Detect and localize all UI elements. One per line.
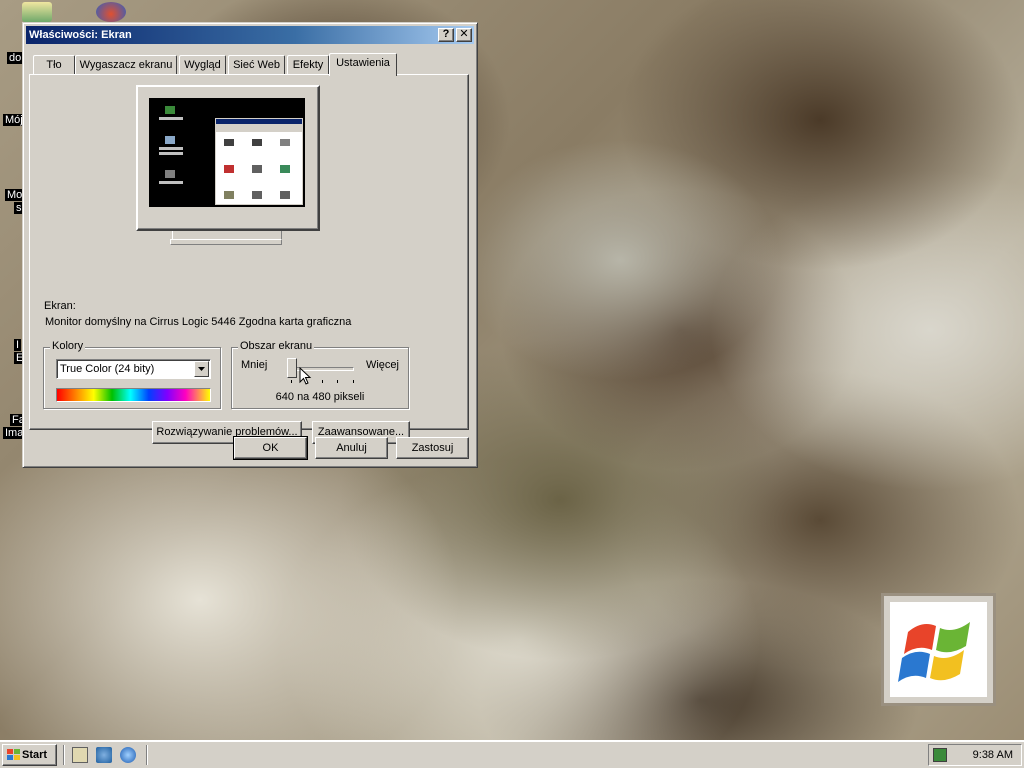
mouse-cursor-icon <box>299 367 312 385</box>
quick-launch-divider <box>63 745 65 765</box>
system-tray: 9:38 AM <box>928 744 1022 766</box>
tab-settings[interactable]: Ustawienia <box>329 53 397 76</box>
tab-web[interactable]: Sieć Web <box>228 55 285 75</box>
window-title: Właściwości: Ekran <box>29 29 132 41</box>
internet-explorer-icon[interactable] <box>120 747 136 763</box>
desktop-icon-top-2[interactable] <box>96 2 126 22</box>
display-label: Ekran: <box>44 300 76 312</box>
display-properties-dialog: Właściwości: Ekran ? ✕ Tło Wygaszacz ekr… <box>22 22 478 468</box>
tab-effects[interactable]: Efekty <box>287 55 329 75</box>
chevron-down-icon <box>198 367 205 371</box>
title-bar: Właściwości: Ekran ? ✕ <box>26 26 474 44</box>
show-desktop-icon[interactable] <box>72 747 88 763</box>
screen-area-group: Obszar ekranu Mniej Więcej 640 na 480 pi… <box>231 340 409 409</box>
colors-group: Kolory True Color (24 bity) <box>43 340 221 409</box>
clock[interactable]: 9:38 AM <box>973 749 1013 761</box>
resolution-slider-thumb[interactable] <box>287 358 297 378</box>
color-depth-value: True Color (24 bity) <box>60 363 155 375</box>
display-adapter-value: Monitor domyślny na Cirrus Logic 5446 Zg… <box>45 316 352 328</box>
resolution-slider-track[interactable] <box>288 367 354 371</box>
monitor-screen <box>149 98 305 214</box>
desktop-icon-top-1[interactable] <box>22 2 52 22</box>
outlook-express-icon[interactable] <box>96 747 112 763</box>
colors-group-title: Kolory <box>50 340 86 352</box>
cancel-button[interactable]: Anuluj <box>315 437 388 459</box>
settings-panel: Ekran: Monitor domyślny na Cirrus Logic … <box>29 74 469 444</box>
taskbar: Start 9:38 AM <box>0 740 1024 768</box>
less-label: Mniej <box>241 359 268 371</box>
start-button[interactable]: Start <box>2 744 57 766</box>
dropdown-button[interactable] <box>194 361 209 377</box>
color-depth-select[interactable]: True Color (24 bity) <box>56 359 211 379</box>
tab-screensaver[interactable]: Wygaszacz ekranu <box>75 55 177 75</box>
windows-flag-icon <box>7 749 20 761</box>
network-tray-icon[interactable] <box>933 748 947 762</box>
desktop-icon-label[interactable]: I <box>14 339 22 351</box>
tab-background[interactable]: Tło <box>33 55 75 75</box>
start-label: Start <box>22 749 48 762</box>
help-button[interactable]: ? <box>438 28 454 42</box>
more-label: Więcej <box>365 359 399 371</box>
screen-area-group-title: Obszar ekranu <box>238 340 315 352</box>
color-spectrum-bar <box>56 388 211 402</box>
desktop-icon-label[interactable]: do <box>7 52 24 64</box>
resolution-value: 640 na 480 pikseli <box>275 391 365 403</box>
apply-button[interactable]: Zastosuj <box>396 437 469 459</box>
windows-logo-widget <box>881 593 996 706</box>
tab-appearance[interactable]: Wygląd <box>179 55 226 75</box>
ok-button[interactable]: OK <box>233 436 308 460</box>
monitor-preview <box>136 85 320 253</box>
windows-flag-icon <box>898 622 970 682</box>
close-button[interactable]: ✕ <box>456 28 472 42</box>
taskbar-divider <box>146 745 148 765</box>
